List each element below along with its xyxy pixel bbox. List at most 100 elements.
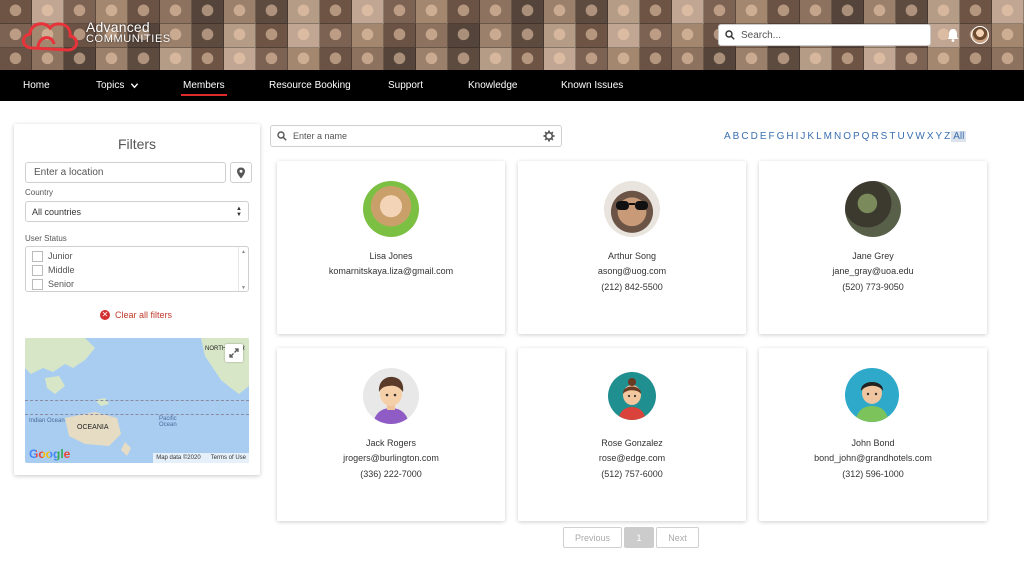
- nav-members[interactable]: Members: [181, 70, 227, 101]
- banner-photo-tile: [928, 0, 960, 24]
- banner-photo-tile: [256, 48, 288, 70]
- logo[interactable]: Advanced COMMUNITIES: [18, 14, 171, 58]
- scroll-up-icon[interactable]: ▲: [241, 249, 246, 255]
- scroll-down-icon[interactable]: ▼: [241, 285, 246, 291]
- status-option-middle[interactable]: Middle: [32, 264, 75, 276]
- logo-line2: COMMUNITIES: [86, 33, 171, 45]
- global-search[interactable]: [718, 24, 931, 46]
- checkbox[interactable]: [32, 278, 43, 290]
- map-terms-link[interactable]: Terms of Use: [211, 455, 246, 461]
- member-name[interactable]: Jane Grey: [759, 251, 987, 261]
- checkbox[interactable]: [32, 250, 43, 262]
- alphabet-letter-j[interactable]: J: [799, 131, 806, 142]
- member-phone[interactable]: (212) 842-5500: [518, 282, 746, 292]
- location-button[interactable]: [230, 162, 252, 183]
- member-phone[interactable]: (336) 222-7000: [277, 469, 505, 479]
- banner-photo-tile: [896, 48, 928, 70]
- alphabet-letter-d[interactable]: D: [750, 131, 759, 142]
- alphabet-letter-s[interactable]: S: [880, 131, 889, 142]
- user-avatar[interactable]: [971, 26, 989, 44]
- alphabet-letter-e[interactable]: E: [759, 131, 768, 142]
- member-phone[interactable]: (520) 773-9050: [759, 282, 987, 292]
- alphabet-letter-w[interactable]: W: [914, 131, 925, 142]
- close-circle-icon: ✕: [100, 310, 110, 320]
- alphabet-letter-a[interactable]: A: [723, 131, 732, 142]
- member-phone[interactable]: (312) 596-1000: [759, 469, 987, 479]
- member-card[interactable]: John Bond bond_john@grandhotels.com (312…: [759, 348, 987, 521]
- banner-photo-tile: [736, 0, 768, 24]
- member-name[interactable]: Arthur Song: [518, 251, 746, 261]
- alphabet-letter-l[interactable]: L: [815, 131, 823, 142]
- alphabet-letter-c[interactable]: C: [740, 131, 749, 142]
- alphabet-letter-y[interactable]: Y: [934, 131, 943, 142]
- alphabet-letter-m[interactable]: M: [823, 131, 833, 142]
- status-list-scrollbar[interactable]: ▲ ▼: [238, 247, 248, 291]
- next-button[interactable]: Next: [656, 527, 699, 548]
- banner-photo-tile: [192, 24, 224, 48]
- member-email[interactable]: asong@uog.com: [518, 266, 746, 276]
- nav-support[interactable]: Support: [388, 70, 423, 101]
- banner-photo-tile: [768, 48, 800, 70]
- member-card[interactable]: Rose Gonzalez rose@edge.com (512) 757-60…: [518, 348, 746, 521]
- nav-resource-booking[interactable]: Resource Booking: [269, 70, 351, 101]
- checkbox[interactable]: [32, 264, 43, 276]
- member-name[interactable]: Rose Gonzalez: [518, 438, 746, 448]
- alphabet-letter-n[interactable]: N: [833, 131, 842, 142]
- alphabet-letter-o[interactable]: O: [842, 131, 852, 142]
- members-map[interactable]: NORTH AMER OCEANIA Indian Ocean Pacific …: [25, 338, 249, 463]
- alphabet-letter-v[interactable]: V: [906, 131, 915, 142]
- alphabet-letter-h[interactable]: H: [785, 131, 794, 142]
- member-name[interactable]: John Bond: [759, 438, 987, 448]
- country-label: Country: [25, 188, 54, 197]
- map-expand-button[interactable]: [225, 344, 243, 362]
- member-email[interactable]: bond_john@grandhotels.com: [759, 453, 987, 463]
- alphabet-letter-r[interactable]: R: [870, 131, 879, 142]
- clear-filters-link[interactable]: ✕ Clear all filters: [100, 310, 172, 320]
- alphabet-letter-all[interactable]: All: [951, 131, 967, 142]
- nav-home[interactable]: Home: [23, 70, 50, 101]
- nav-support-label: Support: [388, 80, 424, 91]
- alphabet-letter-k[interactable]: K: [806, 131, 815, 142]
- member-email[interactable]: komarnitskaya.liza@gmail.com: [277, 266, 505, 276]
- bell-icon[interactable]: [945, 27, 961, 43]
- avatar-illustration: [855, 382, 889, 422]
- nav-topics[interactable]: Topics: [96, 70, 139, 101]
- alphabet-letter-g[interactable]: G: [776, 131, 786, 142]
- member-card[interactable]: Arthur Song asong@uog.com (212) 842-5500: [518, 161, 746, 334]
- gear-icon[interactable]: [543, 130, 555, 142]
- page-1-button[interactable]: 1: [624, 527, 654, 548]
- banner-photo-tile: [192, 48, 224, 70]
- alphabet-letter-u[interactable]: U: [896, 131, 905, 142]
- member-name[interactable]: Lisa Jones: [277, 251, 505, 261]
- status-option-junior[interactable]: Junior: [32, 250, 73, 262]
- member-email[interactable]: jane_gray@uoa.edu: [759, 266, 987, 276]
- member-search[interactable]: [270, 125, 562, 147]
- alphabet-letter-x[interactable]: X: [926, 131, 935, 142]
- previous-button[interactable]: Previous: [563, 527, 622, 548]
- status-option-senior[interactable]: Senior: [32, 278, 74, 290]
- member-name[interactable]: Jack Rogers: [277, 438, 505, 448]
- status-option-label: Junior: [48, 251, 73, 261]
- banner-photo-tile: [640, 0, 672, 24]
- avatar-illustration: [373, 376, 409, 424]
- member-card[interactable]: Lisa Jones komarnitskaya.liza@gmail.com: [277, 161, 505, 334]
- member-search-input[interactable]: [293, 131, 533, 141]
- country-select[interactable]: All countries ▲ ▼: [25, 201, 249, 222]
- nav-knowledge[interactable]: Knowledge: [468, 70, 517, 101]
- alphabet-letter-p[interactable]: P: [852, 131, 861, 142]
- alphabet-letter-z[interactable]: Z: [943, 131, 951, 142]
- member-phone[interactable]: (512) 757-6000: [518, 469, 746, 479]
- banner-photo-tile: [448, 0, 480, 24]
- member-email[interactable]: jrogers@burlington.com: [277, 453, 505, 463]
- member-card[interactable]: Jack Rogers jrogers@burlington.com (336)…: [277, 348, 505, 521]
- member-card[interactable]: Jane Grey jane_gray@uoa.edu (520) 773-90…: [759, 161, 987, 334]
- alphabet-letter-t[interactable]: T: [888, 131, 896, 142]
- filters-title: Filters: [117, 136, 157, 152]
- nav-known-issues[interactable]: Known Issues: [561, 70, 623, 101]
- location-input[interactable]: [25, 162, 226, 183]
- global-search-input[interactable]: [741, 29, 921, 41]
- alphabet-letter-b[interactable]: B: [732, 131, 741, 142]
- member-email[interactable]: rose@edge.com: [518, 453, 746, 463]
- alphabet-letter-f[interactable]: F: [767, 131, 775, 142]
- alphabet-letter-q[interactable]: Q: [861, 131, 871, 142]
